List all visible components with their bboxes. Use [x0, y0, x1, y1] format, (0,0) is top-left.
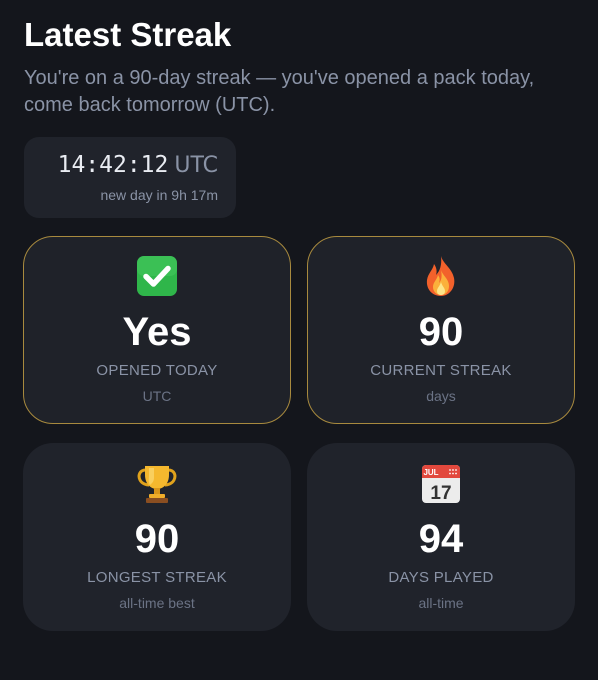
opened-today-sub: UTC [142, 388, 172, 404]
check-mark-icon [24, 254, 290, 298]
current-streak-label: CURRENT STREAK [370, 362, 512, 379]
opened-today-value: Yes [122, 310, 192, 354]
trophy-icon [23, 461, 291, 505]
calendar-icon: JUL 17 [307, 461, 575, 505]
longest-streak-sub: all-time best [119, 595, 195, 611]
calendar-day: 17 [430, 483, 451, 504]
utc-clock-card: 14:42:12 UTC new day in 9h 17m [24, 137, 236, 218]
longest-streak-card: 90 LONGEST STREAK all-time best [23, 443, 291, 631]
page-title: Latest Streak [24, 16, 232, 53]
opened-today-label: OPENED TODAY [96, 362, 218, 379]
days-played-label: DAYS PLAYED [388, 569, 494, 586]
clock-timezone: UTC [174, 153, 218, 178]
current-streak-card: 90 CURRENT STREAK days [307, 236, 575, 424]
current-streak-value: 90 [418, 310, 464, 354]
days-played-value: 94 [418, 517, 464, 561]
longest-streak-label: LONGEST STREAK [87, 569, 227, 586]
current-streak-sub: days [426, 388, 456, 404]
next-day-countdown: new day in 9h 17m [100, 187, 218, 203]
days-played-sub: all-time [418, 595, 464, 611]
clock-time: 14:42:12 [57, 152, 169, 178]
fire-icon [308, 254, 574, 298]
streak-description: You're on a 90-day streak — you've opene… [24, 67, 535, 116]
opened-today-card: Yes OPENED TODAY UTC [23, 236, 291, 424]
days-played-card: JUL 17 94 DAYS PLAYED all-time [307, 443, 575, 631]
calendar-month: JUL [423, 468, 438, 477]
longest-streak-value: 90 [134, 517, 180, 561]
